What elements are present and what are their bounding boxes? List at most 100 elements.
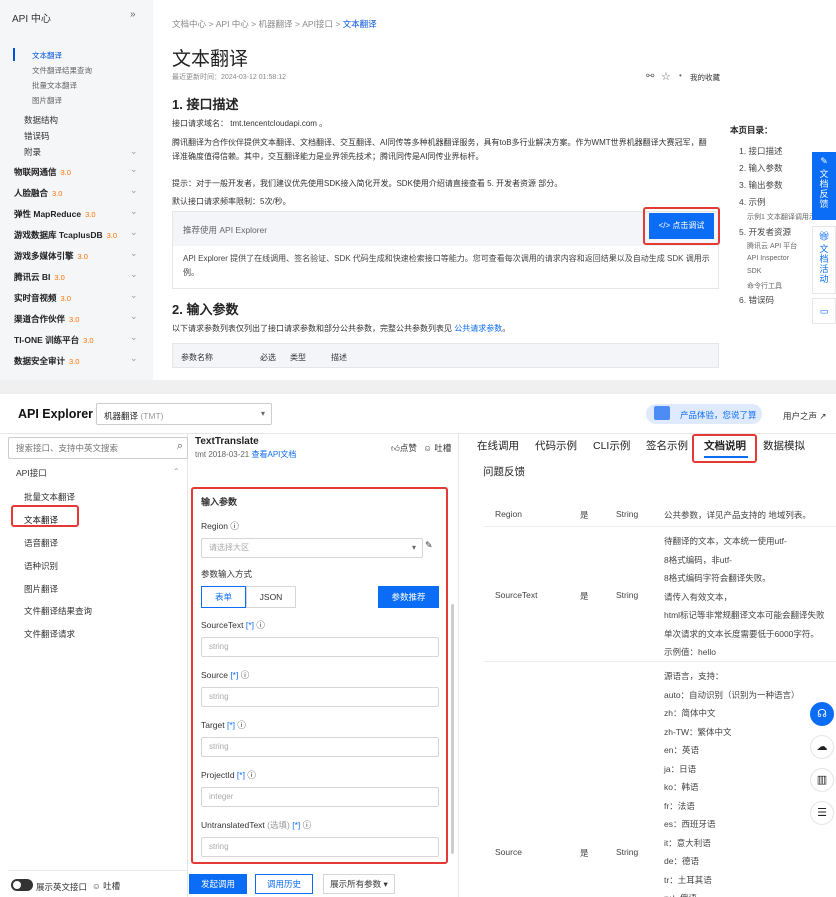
nav-appendix[interactable]: 附录 (24, 146, 41, 158)
mode-form-button[interactable]: 表单 (201, 586, 246, 608)
breadcrumb-item[interactable]: 机器翻译 (259, 19, 293, 29)
chevron-down-icon[interactable]: ⌄ (130, 290, 138, 301)
toc-item[interactable]: 1. 接口描述 (739, 145, 782, 157)
cloud-icon[interactable]: ☁ (810, 735, 834, 759)
chevron-down-icon[interactable]: ⌄ (130, 248, 138, 259)
complain-button[interactable]: ☺ 吐槽 (423, 443, 451, 453)
nav-category[interactable]: 人脸融合 3.0 (14, 187, 62, 199)
chevron-down-icon[interactable]: ⌄ (130, 206, 138, 217)
api-item[interactable]: 批量文本翻译 (24, 491, 75, 503)
nav-category[interactable]: TI-ONE 训练平台 3.0 (14, 334, 94, 346)
api-item[interactable]: 文件翻译结果查询 (24, 605, 92, 617)
tab-feedback[interactable]: 问题反馈 (483, 464, 525, 479)
pencil-icon[interactable]: ✎ (425, 540, 433, 551)
source-input[interactable]: string (201, 687, 439, 707)
debug-button[interactable]: </> 点击调试 (649, 213, 714, 239)
tab-mock[interactable]: 数据模拟 (763, 438, 805, 453)
favorites-link[interactable]: 我的收藏 (690, 72, 720, 83)
untranslated-input[interactable]: string (201, 837, 439, 857)
nav-category[interactable]: 数据安全审计 3.0 (14, 355, 79, 367)
nav-item-text-translate[interactable]: 文本翻译 (32, 50, 62, 61)
api-item[interactable]: 图片翻译 (24, 583, 58, 595)
doc-activity-button[interactable]: 🎁︎ 文档活动 (812, 226, 836, 294)
toc-subitem[interactable]: 腾讯云 API 平台 (747, 241, 797, 251)
promo-banner[interactable]: 产品体验，您说了算 (646, 404, 762, 424)
tab-doc[interactable]: 文档说明 (704, 438, 746, 453)
tab-online-call[interactable]: 在线调用 (477, 438, 519, 453)
nav-data-structure[interactable]: 数据结构 (24, 114, 58, 126)
chevron-down-icon[interactable]: ⌄ (130, 332, 138, 343)
nav-category[interactable]: 物联网通信 3.0 (14, 166, 71, 178)
nav-item-image[interactable]: 图片翻译 (32, 95, 62, 106)
nav-category[interactable]: 游戏多媒体引擎 3.0 (14, 250, 88, 262)
nav-category[interactable]: 腾讯云 BI 3.0 (14, 271, 65, 283)
complain-button[interactable]: ☺ 吐槽 (92, 880, 120, 892)
nav-category[interactable]: 渠道合作伙伴 3.0 (14, 313, 79, 325)
star-icon[interactable]: ☆ (661, 70, 671, 83)
param-recommend-button[interactable]: 参数推荐 (378, 586, 439, 608)
nav-category[interactable]: 弹性 MapReduce 3.0 (14, 208, 96, 220)
nav-category[interactable]: 游戏数据库 TcaplusDB 3.0 (14, 229, 117, 241)
search-icon[interactable]: ⌕ (177, 440, 183, 453)
chevron-up-icon[interactable]: ⌃ (173, 467, 180, 476)
api-name: TextTranslate (195, 436, 259, 447)
tab-cli-example[interactable]: CLI示例 (593, 438, 630, 453)
double-chevron-icon[interactable]: » (130, 9, 136, 20)
chevron-down-icon[interactable]: ⌄ (130, 227, 138, 238)
nav-item-file-result[interactable]: 文件翻译结果查询 (32, 65, 92, 76)
toc-subitem[interactable]: 命令行工具 (747, 281, 782, 291)
common-params-link[interactable]: 公共请求参数 (454, 324, 502, 333)
chevron-down-icon[interactable]: ⌄ (130, 311, 138, 322)
like-button[interactable]: 👍︎点赞 (391, 443, 417, 453)
toc-item[interactable]: 2. 输入参数 (739, 162, 782, 174)
chevron-down-icon[interactable]: ⌄ (130, 146, 138, 157)
doc-feedback-button[interactable]: ✎ 文档反馈 (812, 152, 836, 220)
chevron-down-icon[interactable]: ⌄ (130, 185, 138, 196)
api-item[interactable]: 文件翻译请求 (24, 628, 75, 640)
toc-subitem[interactable]: API Inspector (747, 255, 789, 262)
sourcetext-input[interactable]: string (201, 637, 439, 657)
projectid-input[interactable]: integer (201, 787, 439, 807)
toc-item[interactable]: 4. 示例 (739, 196, 765, 208)
history-button[interactable]: 调用历史 (255, 874, 313, 894)
toc-item[interactable]: 6. 错误码 (739, 294, 774, 306)
toc-subitem[interactable]: SDK (747, 268, 761, 275)
list-icon[interactable]: ☰ (810, 801, 834, 825)
api-search[interactable]: ⌕ (8, 437, 188, 459)
service-select[interactable]: 机器翻译 (TMT) ▾ (96, 403, 272, 425)
nav-error-codes[interactable]: 错误码 (24, 130, 50, 142)
chevron-down-icon[interactable]: ⌄ (130, 353, 138, 364)
mode-json-button[interactable]: JSON (246, 586, 296, 608)
show-all-params-select[interactable]: 展示所有参数 ▾ (323, 874, 395, 894)
breadcrumb-item[interactable]: 文档中心 (172, 19, 206, 29)
breadcrumb-item[interactable]: API 中心 (216, 19, 249, 29)
breadcrumb-item[interactable]: API接口 (302, 19, 333, 29)
cell-desc: 待翻译的文本，文本统一使用utf- 8格式编码，非utf- 8格式编码字符会翻译失败… (664, 536, 825, 657)
region-select[interactable]: 请选择大区 ▾ (201, 538, 423, 558)
message-icon[interactable]: ▭ (812, 298, 836, 324)
gift-icon: 🎁︎ (818, 231, 830, 241)
nav-category[interactable]: 实时音视频 3.0 (14, 292, 71, 304)
api-item[interactable]: 语音翻译 (24, 537, 58, 549)
nav-header[interactable]: API 中心 (12, 10, 51, 25)
scrollbar[interactable] (451, 604, 454, 854)
headset-icon[interactable]: ☊ (810, 702, 834, 726)
target-input[interactable]: string (201, 737, 439, 757)
invoke-button[interactable]: 发起调用 (189, 874, 247, 894)
toc-item[interactable]: 5. 开发者资源 (739, 226, 791, 238)
share-icon[interactable]: ⚯ (646, 71, 654, 82)
api-doc-link[interactable]: 查看API文档 (252, 450, 297, 459)
tab-code-example[interactable]: 代码示例 (535, 438, 577, 453)
chevron-down-icon[interactable]: ⌄ (130, 164, 138, 175)
english-toggle[interactable] (11, 879, 33, 891)
book-icon[interactable]: ▥ (810, 768, 834, 792)
chevron-down-icon[interactable]: ⌄ (130, 269, 138, 280)
toc-item[interactable]: 3. 输出参数 (739, 179, 782, 191)
search-input[interactable] (9, 438, 167, 458)
user-voice-link[interactable]: 用户之声 ↗ (783, 410, 827, 422)
nav-item-batch[interactable]: 批量文本翻译 (32, 80, 77, 91)
api-item[interactable]: 语种识别 (24, 560, 58, 572)
tab-sign-example[interactable]: 签名示例 (646, 438, 688, 453)
api-group-label[interactable]: API接口 (16, 467, 47, 479)
api-item-active[interactable]: 文本翻译 (24, 514, 58, 526)
